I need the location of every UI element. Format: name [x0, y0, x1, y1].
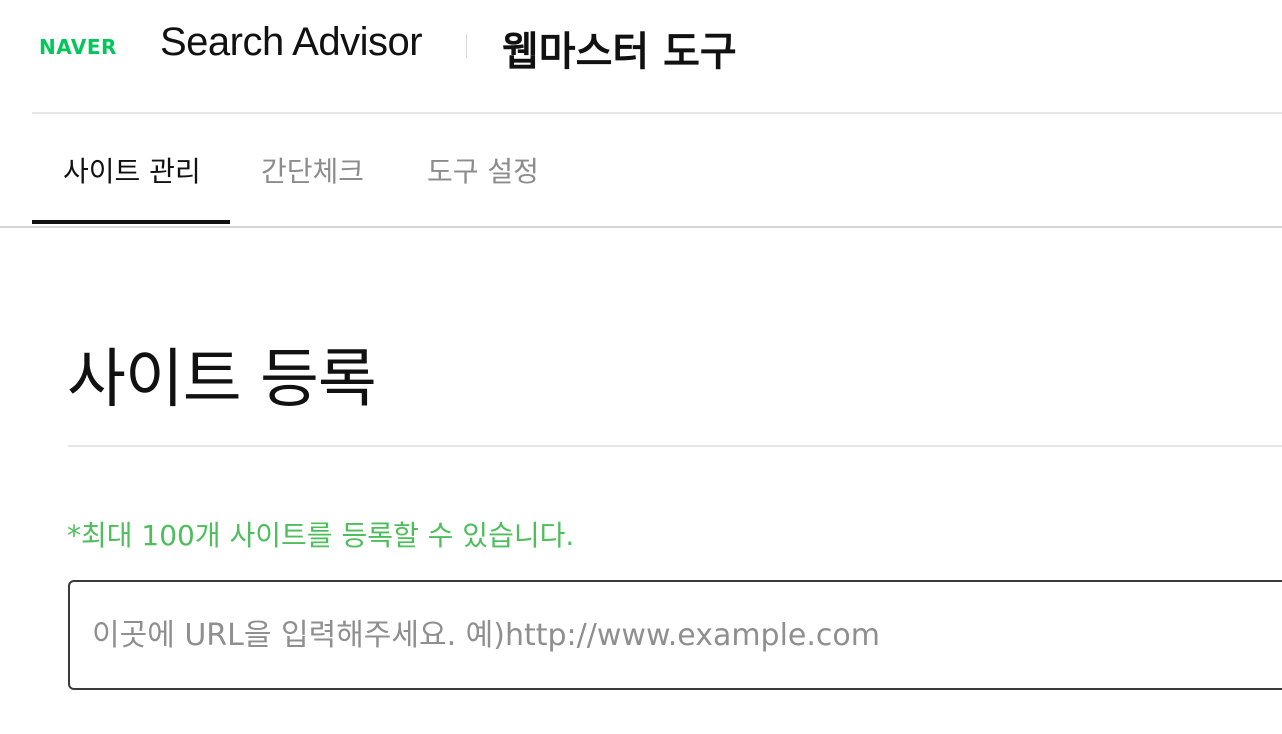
naver-logo[interactable]: NAVER	[39, 35, 117, 59]
site-url-input[interactable]	[68, 580, 1282, 690]
product-name[interactable]: Search Advisor	[160, 20, 423, 65]
tab-quick-check[interactable]: 간단체크	[261, 150, 364, 190]
site-limit-notice: *최대 100개 사이트를 등록할 수 있습니다.	[67, 519, 575, 552]
tab-tool-settings[interactable]: 도구 설정	[427, 150, 539, 190]
tab-site-management[interactable]: 사이트 관리	[63, 150, 201, 190]
tool-title[interactable]: 웹마스터 도구	[502, 19, 737, 77]
main-nav: 사이트 관리 간단체크 도구 설정	[0, 114, 1282, 228]
page-title: 사이트 등록	[67, 343, 377, 417]
header-separator	[466, 34, 467, 58]
title-divider	[68, 445, 1282, 447]
active-tab-indicator	[32, 220, 230, 224]
header: NAVER Search Advisor 웹마스터 도구	[32, 0, 1282, 114]
